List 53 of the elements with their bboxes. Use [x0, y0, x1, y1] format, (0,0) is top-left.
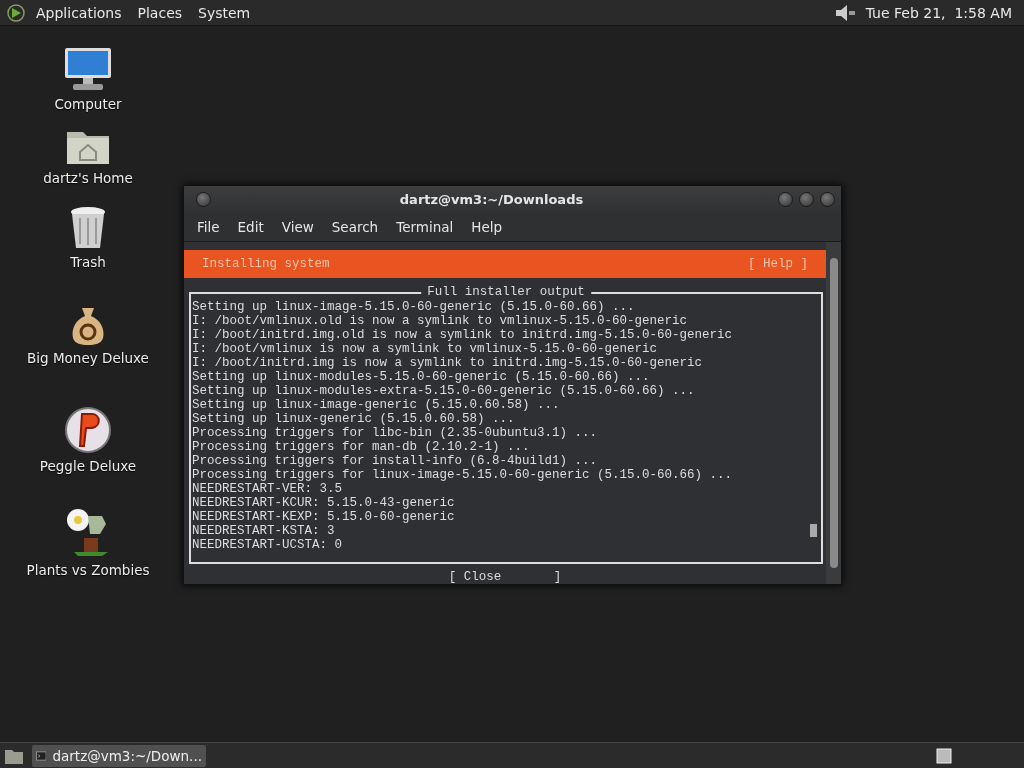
menu-item[interactable]: Help	[462, 218, 512, 235]
peggle-icon	[64, 406, 112, 454]
minimize-button[interactable]	[778, 191, 793, 207]
panel-menu[interactable]: System	[192, 4, 257, 21]
scrollbar[interactable]	[826, 242, 841, 584]
workspace-icon[interactable]	[936, 747, 952, 764]
output-line: I: /boot/vmlinux is now a symlink to vmlinux-5.15.0-60-generic	[192, 342, 658, 356]
menu-item[interactable]: View	[272, 218, 323, 235]
output-line: Setting up linux-generic (5.15.0.60.58) ...	[192, 412, 515, 426]
output-line: I: /boot/initrd.img is now a symlink to initrd.img-5.15.0-60-generic	[192, 356, 703, 370]
menu-item[interactable]: File	[188, 218, 229, 235]
output-line: Processing triggers for man-db (2.10.2-1) ...	[192, 440, 530, 454]
desktop-icon-label[interactable]: Trash	[70, 254, 106, 270]
output-line: Processing triggers for libc-bin (2.35-0ubuntu3.1) ...	[192, 426, 598, 440]
menu-item[interactable]: Terminal	[387, 218, 463, 235]
desktop-icon-label[interactable]: Plants vs Zombies	[26, 562, 150, 578]
taskbar-button[interactable]: dartz@vm3:~/Down...	[32, 744, 206, 767]
clock[interactable]: Tue Feb 21, 1:58 AM	[859, 4, 1018, 21]
volume-icon[interactable]	[833, 2, 856, 23]
panel-menu[interactable]: Applications	[30, 4, 128, 21]
terminal-icon	[36, 749, 47, 762]
menu-logo-icon[interactable]	[6, 2, 26, 23]
close-button[interactable]: [ Close ]	[448, 570, 562, 584]
money-bag-icon	[70, 306, 106, 346]
maximize-button[interactable]	[799, 191, 814, 207]
panel-menu[interactable]: Places	[131, 4, 189, 21]
menu-item[interactable]: Search	[322, 218, 388, 235]
output-line: NEEDRESTART-UCSTA: 0	[192, 538, 343, 552]
output-line: Setting up linux-modules-5.15.0-60-generic (5.15.0-60.66) ...	[192, 370, 650, 384]
output-line: I: /boot/vmlinux.old is now a symlink to vmlinux-5.15.0-60-generic	[192, 314, 688, 328]
output-line: NEEDRESTART-KCUR: 5.15.0-43-generic	[192, 496, 455, 510]
window-menu-button[interactable]	[196, 191, 211, 207]
desktop-icon-label[interactable]: Peggle Deluxe	[39, 458, 137, 474]
box-title: Full installer output	[421, 285, 591, 299]
output-line: NEEDRESTART-KSTA: 3	[192, 524, 335, 538]
output-line: Processing triggers for linux-image-5.15.0-60-generic (5.15.0-60.66) ...	[192, 468, 733, 482]
window-title: dartz@vm3:~/Downloads	[398, 191, 585, 207]
desktop-icon-label[interactable]: Big Money Deluxe	[27, 350, 149, 366]
output-line: NEEDRESTART-VER: 3.5	[192, 482, 343, 496]
desktop-icon-label[interactable]: dartz's Home	[43, 170, 133, 186]
trash-icon	[69, 206, 107, 250]
output-line: I: /boot/initrd.img.old is now a symlink to initrd.img-5.15.0-60-generic	[192, 328, 733, 342]
output-line: Processing triggers for install-info (6.8-4build1) ...	[192, 454, 598, 468]
output-line: NEEDRESTART-KEXP: 5.15.0-60-generic	[192, 510, 455, 524]
scroll-thumb[interactable]	[810, 524, 817, 537]
close-button[interactable]	[820, 191, 835, 207]
output-line: Setting up linux-image-5.15.0-60-generic (5.15.0-60.66) ...	[192, 300, 635, 314]
desktop-icon-label[interactable]: Computer	[54, 96, 122, 112]
menu-item[interactable]: Edit	[228, 218, 273, 235]
header-title: Installing system	[202, 257, 330, 271]
output-line: Setting up linux-modules-extra-5.15.0-60-generic (5.15.0-60.66) ...	[192, 384, 695, 398]
output-line: Setting up linux-image-generic (5.15.0.60.58) ...	[192, 398, 560, 412]
computer-icon	[63, 46, 113, 92]
